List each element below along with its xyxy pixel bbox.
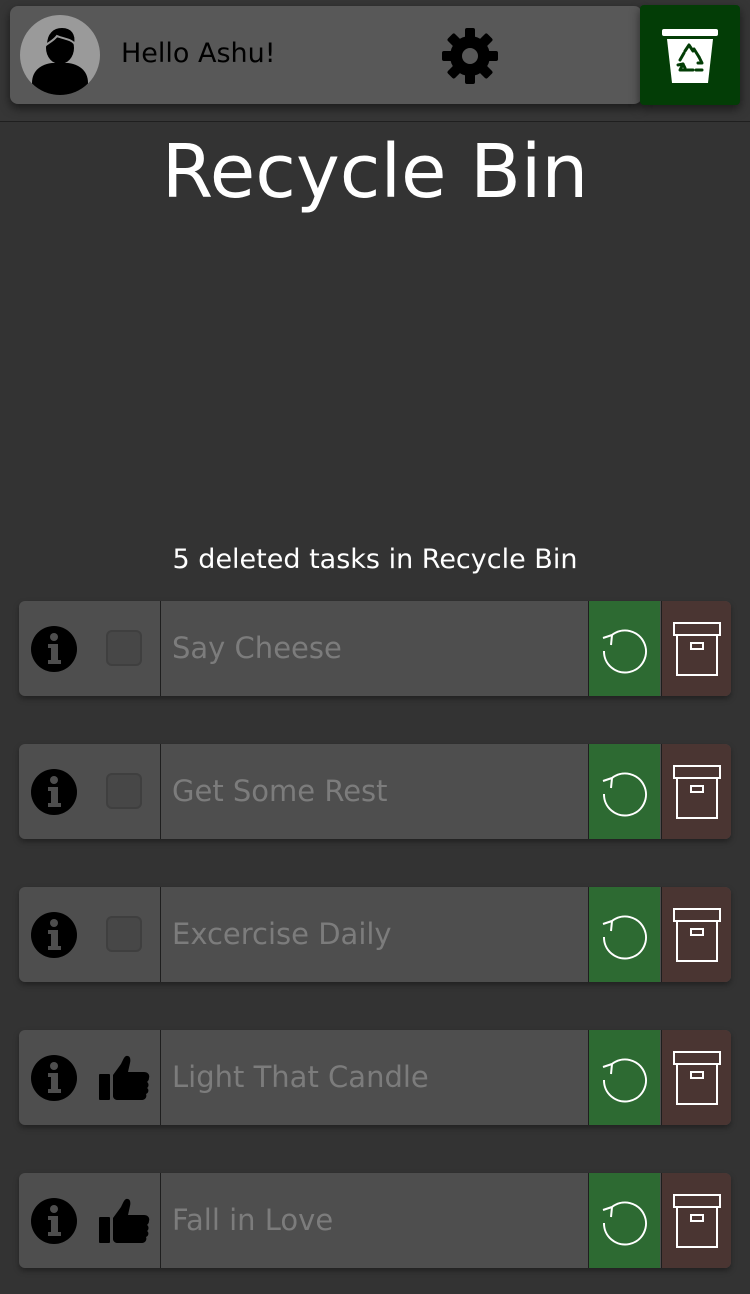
- restore-icon: [602, 629, 647, 674]
- info-icon[interactable]: [30, 1197, 78, 1245]
- row-divider: [160, 1173, 161, 1268]
- row-divider: [160, 744, 161, 839]
- task-name: Fall in Love: [172, 1203, 334, 1237]
- archive-icon: [673, 1194, 721, 1248]
- restore-button[interactable]: [588, 887, 660, 982]
- restore-button[interactable]: [588, 744, 660, 839]
- restore-icon: [602, 772, 647, 817]
- info-icon[interactable]: [30, 768, 78, 816]
- archive-button[interactable]: [661, 1030, 731, 1125]
- restore-icon: [602, 1058, 647, 1103]
- archive-icon: [673, 622, 721, 676]
- task-row: Excercise Daily: [19, 887, 731, 982]
- task-checkbox[interactable]: [106, 630, 142, 666]
- archive-icon: [673, 908, 721, 962]
- recycle-bin-button[interactable]: [640, 5, 740, 105]
- restore-button[interactable]: [588, 1173, 660, 1268]
- task-row: Fall in Love: [19, 1173, 731, 1268]
- deleted-count-text: 5 deleted tasks in Recycle Bin: [172, 544, 578, 575]
- archive-icon: [673, 1051, 721, 1105]
- archive-button[interactable]: [661, 601, 731, 696]
- task-row: Light That Candle: [19, 1030, 731, 1125]
- greeting-text: Hello Ashu!: [121, 38, 276, 69]
- row-divider: [160, 601, 161, 696]
- task-name: Say Cheese: [172, 631, 342, 665]
- info-icon[interactable]: [30, 625, 78, 673]
- gear-icon[interactable]: [440, 26, 500, 86]
- recycle-bin-screen: Hello Ashu! Recycle Bin 5 deleted tasks …: [0, 0, 750, 1294]
- user-avatar-icon[interactable]: [20, 15, 100, 95]
- restore-button[interactable]: [588, 601, 660, 696]
- deleted-task-list: Say Cheese Get Some Rest Excercise Daily…: [19, 601, 731, 1268]
- task-row: Say Cheese: [19, 601, 731, 696]
- thumbs-up-icon[interactable]: [97, 1054, 151, 1102]
- task-name: Excercise Daily: [172, 917, 392, 951]
- info-icon[interactable]: [30, 1054, 78, 1102]
- info-icon[interactable]: [30, 911, 78, 959]
- archive-button[interactable]: [661, 744, 731, 839]
- restore-button[interactable]: [588, 1030, 660, 1125]
- task-checkbox[interactable]: [106, 773, 142, 809]
- restore-icon: [602, 1201, 647, 1246]
- thumbs-up-icon[interactable]: [97, 1197, 151, 1245]
- page-title: Recycle Bin: [161, 129, 589, 215]
- task-checkbox[interactable]: [106, 916, 142, 952]
- app-header: Hello Ashu!: [0, 0, 750, 122]
- task-name: Get Some Rest: [172, 774, 388, 808]
- task-name: Light That Candle: [172, 1060, 429, 1094]
- archive-button[interactable]: [661, 887, 731, 982]
- recycle-bin-icon: [662, 29, 718, 83]
- archive-button[interactable]: [661, 1173, 731, 1268]
- archive-icon: [673, 765, 721, 819]
- restore-icon: [602, 915, 647, 960]
- task-row: Get Some Rest: [19, 744, 731, 839]
- row-divider: [160, 1030, 161, 1125]
- user-bar: Hello Ashu!: [10, 6, 642, 104]
- row-divider: [160, 887, 161, 982]
